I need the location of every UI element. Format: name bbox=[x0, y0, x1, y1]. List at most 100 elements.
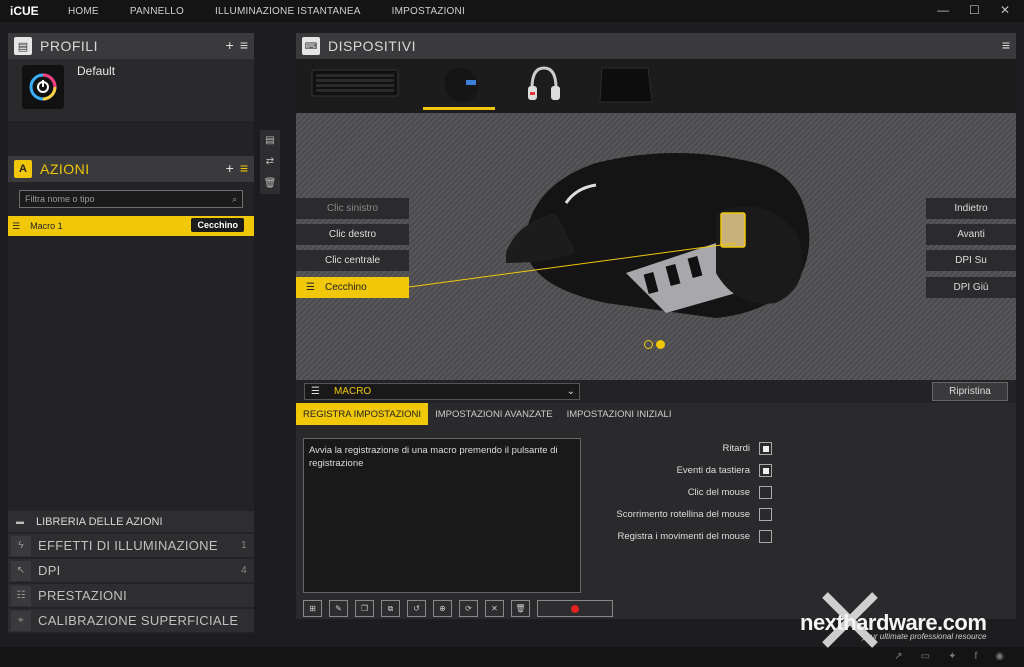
nav-settings[interactable]: IMPOSTAZIONI bbox=[392, 6, 465, 17]
tab-advanced-settings[interactable]: IMPOSTAZIONI AVANZATE bbox=[428, 403, 560, 425]
device-selector bbox=[296, 59, 1016, 113]
actions-title: AZIONI bbox=[40, 161, 90, 177]
selected-device-indicator bbox=[423, 107, 495, 110]
mouse-device-thumb[interactable] bbox=[436, 62, 486, 106]
device-preview: Clic sinistro Clic destro Clic centrale … bbox=[296, 113, 1016, 380]
action-library-row[interactable]: ▬ LIBRERIA DELLE AZIONI bbox=[8, 511, 254, 532]
page-dot-active[interactable] bbox=[656, 340, 665, 349]
settings-tabs: REGISTRA IMPOSTAZIONI IMPOSTAZIONI AVANZ… bbox=[296, 403, 1016, 425]
timer-icon[interactable]: ⟳ bbox=[459, 600, 478, 617]
action-type-select[interactable]: ☰ MACRO ⌄ bbox=[304, 383, 580, 400]
social-links: ↗ ▭ ✦ f ◉ bbox=[894, 651, 1004, 662]
checkbox-mouse-movements[interactable] bbox=[759, 530, 772, 543]
title-bar: iCUE HOME PANNELLO ILLUMINAZIONE ISTANTA… bbox=[0, 0, 1024, 22]
accordion-label: CALIBRAZIONE SUPERFICIALE bbox=[38, 613, 239, 628]
page-dot[interactable] bbox=[644, 340, 653, 349]
add-profile-icon[interactable]: + bbox=[226, 37, 234, 53]
devices-title: DISPOSITIVI bbox=[328, 38, 416, 54]
lightning-icon: ϟ bbox=[11, 535, 31, 556]
action-tools-strip: ▤ ⇄ 🗑 bbox=[260, 130, 280, 194]
action-type-value: MACRO bbox=[333, 386, 372, 397]
add-action-icon[interactable]: + bbox=[226, 160, 234, 176]
keyboard-icon: ⌨ bbox=[302, 37, 320, 55]
tab-record-settings[interactable]: REGISTRA IMPOSTAZIONI bbox=[296, 403, 429, 425]
maximize-icon[interactable]: ☐ bbox=[969, 3, 980, 17]
accordion-dpi[interactable]: ↖ DPI 4 bbox=[8, 559, 254, 582]
filter-input[interactable]: Filtra nome o tipo ⌕ bbox=[19, 190, 243, 208]
link-icon[interactable]: ↗ bbox=[894, 651, 902, 662]
tab-initial-settings[interactable]: IMPOSTAZIONI INIZIALI bbox=[560, 403, 679, 425]
cursor-icon: ↖ bbox=[11, 560, 31, 581]
trash-icon[interactable]: 🗑 bbox=[264, 178, 277, 189]
option-keyboard-events: Eventi da tastiera bbox=[677, 464, 772, 477]
watermark-tagline: your ultimate professional resource bbox=[862, 632, 987, 641]
page-indicator bbox=[644, 340, 665, 349]
nav-dashboard[interactable]: PANNELLO bbox=[130, 6, 184, 17]
insert-icon[interactable]: ⊞ bbox=[303, 600, 322, 617]
accordion-lighting-effects[interactable]: ϟ EFFETTI DI ILLUMINAZIONE 1 bbox=[8, 534, 254, 557]
macro-editor[interactable]: Avvia la registrazione di una macro prem… bbox=[303, 438, 581, 593]
list-icon: ☰ bbox=[311, 386, 320, 397]
accordion-performance[interactable]: ☷ PRESTAZIONI bbox=[8, 584, 254, 607]
icue-logo-icon bbox=[22, 65, 64, 109]
remove-icon[interactable]: ✕ bbox=[485, 600, 504, 617]
search-icon: ⌕ bbox=[231, 193, 237, 204]
option-label: Ritardi bbox=[722, 443, 750, 454]
actions-menu-icon[interactable]: ≡ bbox=[240, 160, 248, 176]
checkbox-keyboard-events[interactable] bbox=[759, 464, 772, 477]
profiles-title: PROFILI bbox=[40, 38, 98, 54]
twitter-icon[interactable]: ✦ bbox=[948, 651, 956, 662]
macro-list-item[interactable]: ☰ Macro 1 Cecchino bbox=[8, 216, 254, 236]
devices-menu-icon[interactable]: ≡ bbox=[1002, 37, 1010, 53]
copy-icon[interactable]: ❐ bbox=[355, 600, 374, 617]
nav-home[interactable]: HOME bbox=[68, 6, 99, 17]
close-icon[interactable]: ✕ bbox=[1000, 3, 1010, 17]
copy-icon[interactable]: ▤ bbox=[265, 135, 274, 146]
macro-assignment-badge: Cecchino bbox=[191, 218, 244, 232]
window-controls: — ☐ ✕ bbox=[937, 3, 1010, 17]
checkbox-mouse-clicks[interactable] bbox=[759, 486, 772, 499]
import-icon[interactable]: ⇄ bbox=[266, 156, 274, 167]
top-nav: HOME PANNELLO ILLUMINAZIONE ISTANTANEA I… bbox=[68, 6, 496, 17]
keyboard-device-thumb[interactable] bbox=[310, 62, 400, 106]
accordion-count: 4 bbox=[241, 565, 247, 576]
devices-header: ⌨ DISPOSITIVI ≡ bbox=[296, 33, 1016, 59]
site-watermark: nexthardware.com your ultimate professio… bbox=[792, 590, 1024, 650]
option-mouse-clicks: Clic del mouse bbox=[688, 486, 772, 499]
undo-icon[interactable]: ↺ bbox=[407, 600, 426, 617]
mousepad-device-thumb[interactable] bbox=[598, 62, 654, 106]
facebook-icon[interactable]: f bbox=[974, 651, 977, 662]
paste-icon[interactable]: ⧉ bbox=[381, 600, 400, 617]
option-delays: Ritardi bbox=[723, 442, 772, 455]
left-panel: ▤ PROFILI + ≡ Default A AZIONI + ≡ Filtr… bbox=[8, 33, 254, 633]
record-button[interactable] bbox=[537, 600, 613, 617]
accordion-label: EFFETTI DI ILLUMINAZIONE bbox=[38, 538, 218, 553]
chat-icon[interactable]: ▭ bbox=[921, 651, 930, 662]
target-icon: ⌖ bbox=[11, 610, 31, 631]
macro-toolbar: ⊞ ✎ ❐ ⧉ ↺ ⊕ ⟳ ✕ 🗑 bbox=[303, 600, 613, 617]
nav-instant-lighting[interactable]: ILLUMINAZIONE ISTANTANEA bbox=[215, 6, 361, 17]
add-delay-icon[interactable]: ⊕ bbox=[433, 600, 452, 617]
accordion-surface-calibration[interactable]: ⌖ CALIBRAZIONE SUPERFICIALE bbox=[8, 609, 254, 632]
checkbox-delays[interactable] bbox=[759, 442, 772, 455]
checkbox-wheel-scroll[interactable] bbox=[759, 508, 772, 521]
option-label: Scorrimento rotellina del mouse bbox=[616, 509, 750, 520]
minimize-icon[interactable]: — bbox=[937, 3, 949, 17]
reddit-icon[interactable]: ◉ bbox=[995, 651, 1004, 662]
edit-icon[interactable]: ✎ bbox=[329, 600, 348, 617]
devices-panel: ⌨ DISPOSITIVI ≡ Clic sinistro Clic destr… bbox=[296, 33, 1016, 619]
headset-device-thumb[interactable] bbox=[524, 62, 564, 106]
trash-icon[interactable]: 🗑 bbox=[511, 600, 530, 617]
app-logo: iCUE bbox=[10, 4, 39, 18]
actions-icon: A bbox=[14, 160, 32, 178]
library-label: LIBRERIA DELLE AZIONI bbox=[36, 515, 163, 528]
action-type-bar: ☰ MACRO ⌄ Ripristina bbox=[296, 380, 1016, 403]
option-mouse-movements: Registra i movimenti del mouse bbox=[617, 530, 772, 543]
reset-button[interactable]: Ripristina bbox=[932, 382, 1008, 401]
option-label: Clic del mouse bbox=[687, 487, 750, 498]
macro-name: Macro 1 bbox=[30, 221, 63, 231]
profile-item[interactable]: Default bbox=[8, 59, 254, 121]
profiles-menu-icon[interactable]: ≡ bbox=[240, 37, 248, 53]
sliders-icon: ☷ bbox=[11, 585, 31, 606]
option-label: Registra i movimenti del mouse bbox=[617, 531, 750, 542]
